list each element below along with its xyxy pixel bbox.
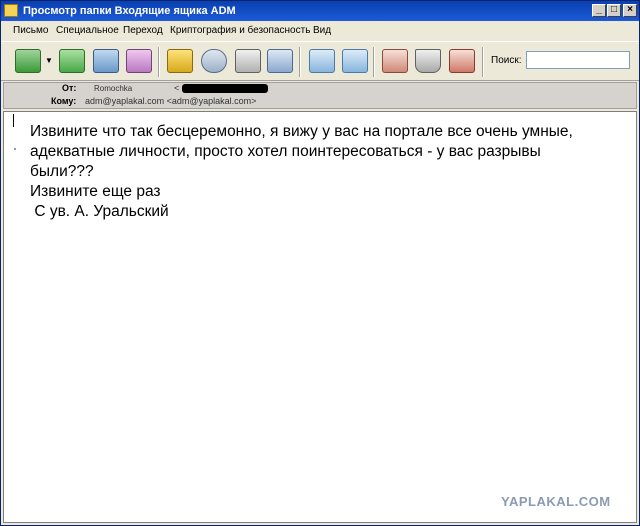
dropdown-arrow-icon[interactable]: ▼ [45,56,53,65]
menu-bar: Письмо Специальное Переход Криптография … [1,22,639,40]
toolbar-separator [373,47,375,77]
junk-icon[interactable] [449,49,475,73]
from-address-bracket: < [174,83,180,93]
search-input[interactable] [526,51,630,69]
mail-window: Просмотр папки Входящие ящика ADM _ □ × … [0,0,640,526]
site-watermark: YAPLAKAL.COM [501,494,611,509]
from-label: От: [62,83,77,93]
to-label: Кому: [51,96,77,106]
search-label: Поиск: [491,55,522,66]
new-message-icon[interactable] [126,49,152,73]
properties-icon[interactable] [267,49,293,73]
forward-icon[interactable] [93,49,119,73]
message-body-area[interactable]: Извините что так бесцеремонно, я вижу у … [3,111,637,523]
reply-all-icon[interactable] [59,49,85,73]
toolbar: ▼ Поиск: [1,41,639,81]
find-icon[interactable] [201,49,227,73]
trash-icon[interactable] [415,49,441,73]
reply-icon[interactable] [15,49,41,73]
minimize-button[interactable]: _ [592,4,606,17]
address-book-icon[interactable] [167,49,193,73]
toolbar-separator [482,47,484,77]
menu-item-crypto[interactable]: Криптография и безопасность [170,25,310,36]
menu-item-special[interactable]: Специальное [56,25,119,36]
text-caret [13,114,14,127]
close-button[interactable]: × [623,4,637,17]
message-body-text: Извините что так бесцеремонно, я вижу у … [30,123,573,220]
message-headers: От: Romochka < Кому: adm@yaplakal.com <a… [3,82,637,109]
menu-item-letter[interactable]: Письмо [13,25,48,36]
print-icon[interactable] [235,49,261,73]
toolbar-separator [158,47,160,77]
title-bar[interactable]: Просмотр папки Входящие ящика ADM _ □ × [1,1,639,21]
delete-icon[interactable] [382,49,408,73]
move-icon[interactable] [309,49,335,73]
menu-item-view[interactable]: Вид [313,25,331,36]
to-address[interactable]: adm@yaplakal.com <adm@yaplakal.com> [85,96,256,106]
decorative-dot [14,148,16,150]
redacted-email [182,84,268,93]
window-title: Просмотр папки Входящие ящика ADM [23,5,236,17]
folder-icon [4,4,18,17]
menu-item-go[interactable]: Переход [123,25,163,36]
from-name[interactable]: Romochka [94,84,132,93]
toolbar-separator [299,47,301,77]
copy-icon[interactable] [342,49,368,73]
maximize-button[interactable]: □ [607,4,621,17]
